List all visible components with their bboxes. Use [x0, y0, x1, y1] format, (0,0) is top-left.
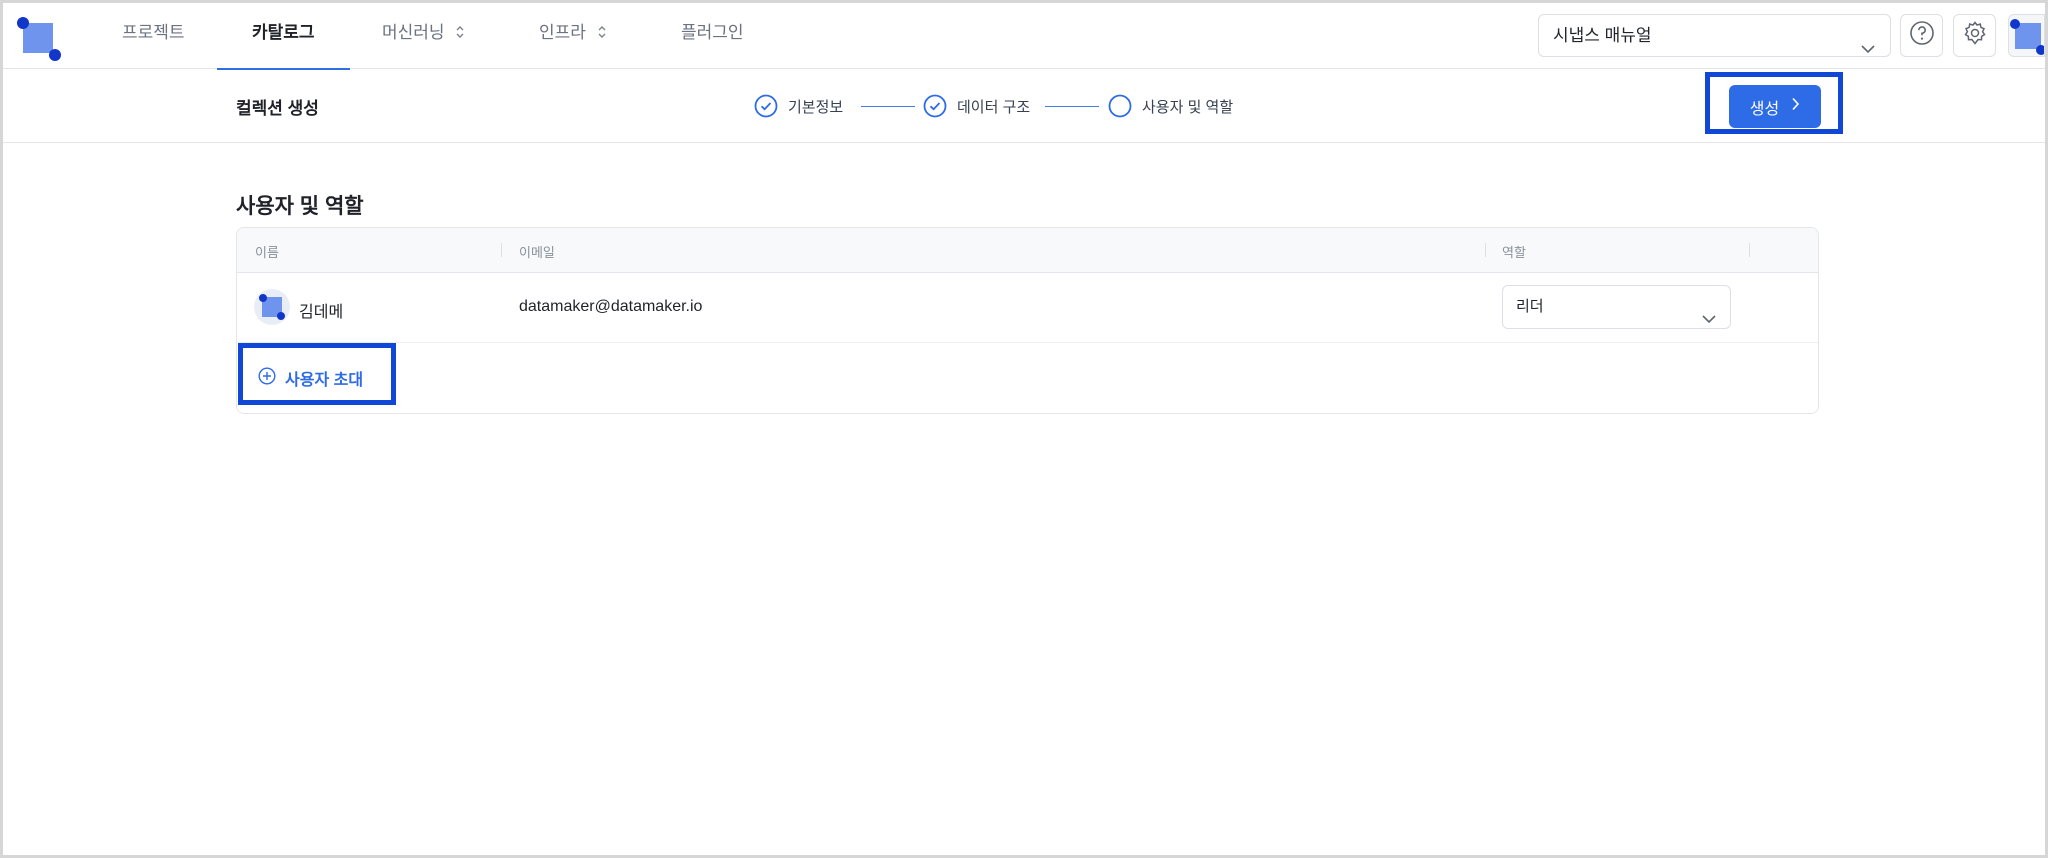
step-connector [861, 106, 915, 107]
updown-chevron-icon [455, 26, 465, 40]
nav-item-label: 인프라 [539, 23, 586, 42]
nav-item-label: 카탈로그 [252, 23, 315, 42]
nav-item-catalog[interactable]: 카탈로그 [217, 3, 349, 70]
step-basic-info: 기본정보 [754, 93, 843, 119]
table-row: 김데메 datamaker@datamaker.io 리더 [237, 273, 1818, 343]
step-connector [1045, 106, 1099, 107]
avatar [254, 289, 290, 325]
step-data-structure: 데이터 구조 [923, 93, 1030, 119]
nav-item-label: 프로젝트 [122, 23, 185, 42]
check-circle-icon [754, 94, 778, 118]
column-header-role: 역할 [1502, 245, 1526, 260]
invite-user-button[interactable]: 사용자 초대 [258, 366, 363, 390]
app-window: 프로젝트 카탈로그 머신러닝 인프라 플러그인 시냅스 매뉴얼 컬렉션 생성 기… [0, 0, 2048, 858]
column-divider [501, 243, 502, 257]
updown-chevron-icon [597, 26, 607, 40]
section-title: 사용자 및 역할 [236, 195, 364, 218]
user-email: datamaker@datamaker.io [519, 298, 703, 315]
table-header: 이름 이메일 역할 [237, 228, 1818, 273]
chevron-down-icon [1860, 29, 1876, 70]
users-table: 이름 이메일 역할 김데메 datamaker@datamaker.io 리더 [236, 227, 1819, 414]
nav-item-plugins[interactable]: 플러그인 [681, 3, 744, 69]
plus-circle-icon [258, 366, 276, 390]
invite-user-label: 사용자 초대 [285, 372, 364, 389]
role-select-value: 리더 [1516, 298, 1544, 315]
column-header-name: 이름 [255, 245, 279, 260]
manual-select[interactable]: 시냅스 매뉴얼 [1538, 14, 1891, 57]
role-select[interactable]: 리더 [1502, 285, 1731, 329]
chevron-right-icon [1791, 97, 1800, 116]
top-navigation: 프로젝트 카탈로그 머신러닝 인프라 플러그인 시냅스 매뉴얼 [3, 3, 2045, 70]
page-title: 컬렉션 생성 [236, 99, 319, 118]
empty-circle-icon [1108, 94, 1132, 118]
step-users-roles: 사용자 및 역할 [1108, 93, 1233, 119]
check-circle-icon [923, 94, 947, 118]
gear-icon [1962, 20, 1988, 51]
column-divider [1485, 243, 1486, 257]
column-divider [1749, 243, 1750, 257]
nav-item-machine-learning[interactable]: 머신러닝 [382, 3, 465, 69]
step-label: 기본정보 [788, 98, 844, 116]
step-label: 데이터 구조 [957, 98, 1031, 116]
nav-item-label: 플러그인 [681, 23, 744, 42]
nav-item-label: 머신러닝 [382, 23, 445, 42]
create-button[interactable]: 생성 [1729, 85, 1821, 128]
help-button[interactable] [1900, 14, 1943, 57]
chevron-down-icon [1701, 300, 1717, 342]
user-avatar[interactable] [2008, 14, 2045, 57]
settings-button[interactable] [1953, 14, 1996, 57]
manual-select-value: 시냅스 매뉴얼 [1553, 26, 1652, 45]
help-circle-icon [1909, 20, 1935, 51]
create-button-label: 생성 [1749, 100, 1780, 118]
step-label: 사용자 및 역할 [1142, 98, 1234, 116]
nav-item-infra[interactable]: 인프라 [539, 3, 607, 69]
column-header-email: 이메일 [519, 245, 555, 260]
nav-item-projects[interactable]: 프로젝트 [122, 3, 185, 69]
app-logo[interactable] [17, 17, 61, 61]
user-name: 김데메 [299, 304, 344, 321]
